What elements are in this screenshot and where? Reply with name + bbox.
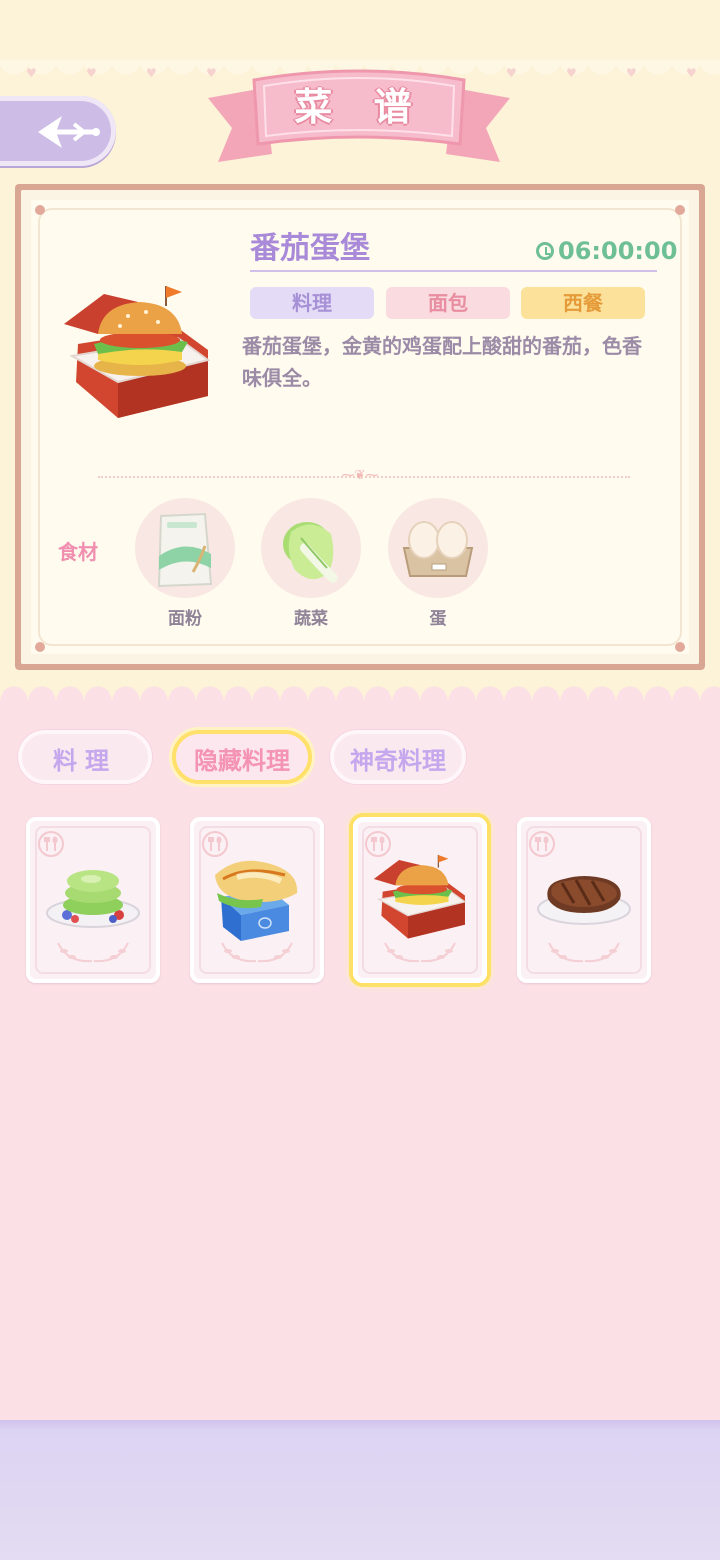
card-frame: [38, 208, 682, 646]
bow-icon: ⁓❦⁓: [341, 468, 379, 483]
recipe-card-boxed-sandwich[interactable]: [190, 817, 324, 983]
tomato-egg-burger-icon: [64, 286, 211, 418]
ingredient-flour-name: 面粉: [168, 609, 202, 629]
flour-bag-icon: [157, 512, 213, 588]
recipe-card-steak[interactable]: [517, 817, 651, 983]
ingredient-vegetable-name: 蔬菜: [294, 609, 328, 629]
recipe-card-tomato-egg-burger[interactable]: [353, 817, 487, 983]
tomato-egg-burger-icon: [373, 854, 467, 939]
pink-scallop-border: [0, 686, 720, 710]
ingredients-label: 食材: [58, 540, 98, 564]
egg-carton-icon: [402, 521, 474, 577]
laurel-icon: [57, 942, 129, 963]
steak-icon: [537, 876, 631, 925]
ingredient-vegetable[interactable]: [261, 498, 361, 598]
cook-timer: 06:00:00: [536, 236, 677, 266]
corner-dot: [675, 205, 685, 215]
recipe-card-matcha-pancake[interactable]: [26, 817, 160, 983]
corner-dot: [675, 642, 685, 652]
recipe-list-background: [0, 700, 720, 1420]
tab-magic-cooking[interactable]: 神奇料理: [330, 730, 466, 784]
dish-name: 番茄蛋堡: [250, 231, 370, 266]
laurel-icon: [548, 942, 620, 963]
ingredient-egg[interactable]: [388, 498, 488, 598]
dish-description: 番茄蛋堡，金黄的鸡蛋配上酸甜的番茄，色香味俱全。: [242, 334, 642, 390]
laurel-icon: [384, 942, 456, 963]
ingredient-flour[interactable]: [135, 498, 235, 598]
tag-category: 料理: [250, 287, 374, 319]
tab-cooking[interactable]: 料理: [18, 730, 152, 784]
tag-cuisine: 西餐: [521, 287, 645, 319]
tab-hidden-cooking[interactable]: 隐藏料理: [172, 730, 312, 784]
matcha-pancake-icon: [46, 870, 140, 928]
corner-dot: [35, 205, 45, 215]
boxed-sandwich-icon: [215, 860, 298, 941]
ingredient-egg-name: 蛋: [429, 609, 447, 629]
page-title: 菜 谱: [294, 85, 426, 129]
dish-name-underline: [250, 270, 657, 272]
corner-dot: [35, 642, 45, 652]
laurel-icon: [221, 942, 293, 963]
back-arrow-icon: [38, 116, 100, 148]
cabbage-icon: [283, 522, 338, 583]
back-button[interactable]: [0, 96, 116, 166]
bottom-bar: [0, 1420, 720, 1560]
clock-icon: [536, 242, 554, 260]
tag-type: 面包: [386, 287, 510, 319]
timer-value: 06:00:00: [558, 237, 678, 265]
